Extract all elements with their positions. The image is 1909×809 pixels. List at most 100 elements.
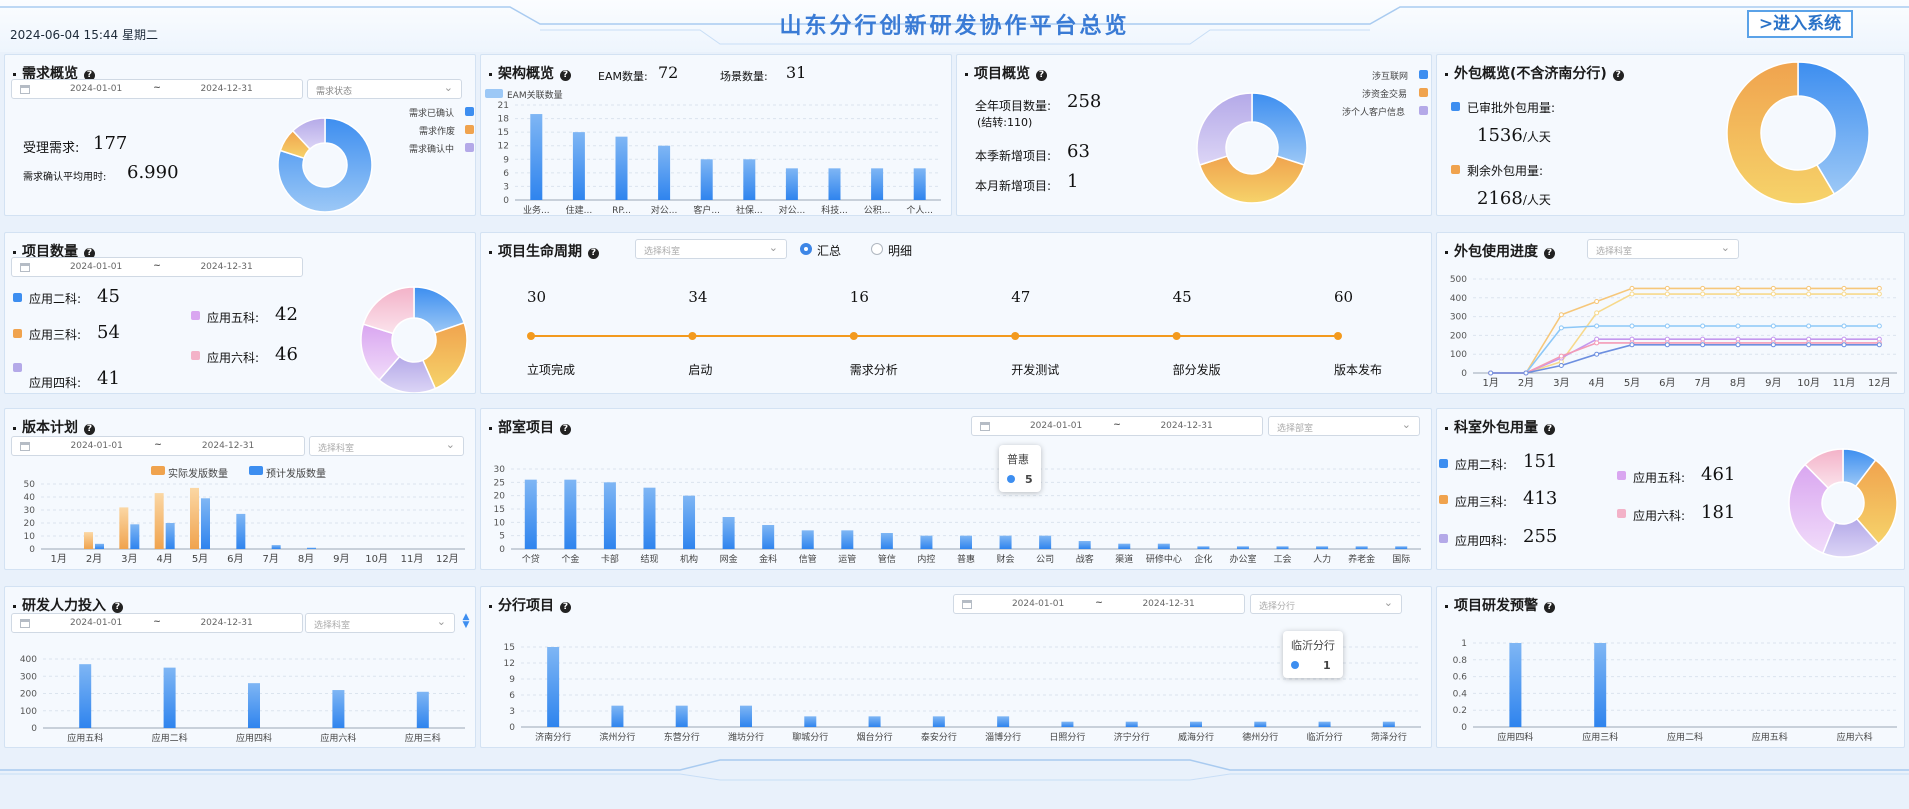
help-icon[interactable]: ? xyxy=(112,602,123,613)
x-tick-label: 战客 xyxy=(1076,553,1094,565)
bar xyxy=(828,168,841,200)
bar xyxy=(332,690,345,728)
legend-void: 需求作废 xyxy=(419,127,456,137)
y-tick-label: 6 xyxy=(509,691,515,701)
dept-select[interactable]: 选择科室 ⌄ xyxy=(1587,239,1739,259)
x-tick-label: 6月 xyxy=(227,553,243,565)
x-tick-label: 应用三科 xyxy=(1582,731,1618,743)
dept4-value: 255 xyxy=(1523,526,1558,547)
date-range-picker[interactable]: 2024-01-01 ~2024-12-31 xyxy=(971,416,1263,436)
dept4-label: 应用四科: xyxy=(29,376,82,390)
dept-select[interactable]: 选择科室 ⌄ xyxy=(305,613,455,633)
bar xyxy=(79,664,92,728)
x-tick-label: 6月 xyxy=(1659,377,1675,389)
date-range-picker[interactable]: 2024-01-01 ~2024-12-31 xyxy=(11,436,305,456)
legend-swatch xyxy=(13,363,22,372)
x-tick-label: 11月 xyxy=(1833,377,1856,389)
help-icon[interactable]: ? xyxy=(1544,424,1555,435)
project-lifecycle-panel: 项目生命周期? 选择科室 ⌄ 汇总 明细 30 立项完成 34 启动 16 需求分析 47 开发… xyxy=(480,232,1432,394)
dept6-value: 181 xyxy=(1701,502,1736,523)
help-icon[interactable]: ? xyxy=(560,70,571,81)
stage-label: 部分发版 xyxy=(1172,363,1221,377)
branch-select[interactable]: 选择分行 ⌄ xyxy=(1250,594,1402,614)
department-select[interactable]: 选择部室 ⌄ xyxy=(1268,416,1420,436)
lifecycle-timeline xyxy=(527,332,1342,340)
x-tick-label: 管信 xyxy=(878,553,896,565)
x-tick-label: 3月 xyxy=(1553,377,1569,389)
y-tick-label: 20 xyxy=(494,492,506,502)
dept-projects-panel: 部室项目? 2024-01-01 ~2024-12-31 选择部室 ⌄ 30 25 20… xyxy=(480,408,1432,570)
stage-count: 30 xyxy=(527,288,547,306)
y-tick-label: 12 xyxy=(498,142,509,152)
series-point xyxy=(1523,370,1529,376)
x-tick-label: 济宁分行 xyxy=(1114,731,1150,743)
dept6-label: 应用六科: xyxy=(1633,509,1686,523)
bar xyxy=(960,535,972,549)
bar xyxy=(530,114,543,200)
date-range-picker[interactable]: 2024-01-01 ~2024-12-31 xyxy=(11,257,303,277)
rd-staff-bar-chart: 400 300 200 100 0 应用五科 应用二科 应用四科 应用六科 应用三科 xyxy=(20,655,465,744)
x-tick-label: 科技... xyxy=(821,204,848,216)
date-range-picker[interactable]: 2024-01-01 ~2024-12-31 xyxy=(11,613,303,633)
bar xyxy=(1395,546,1408,549)
series-point xyxy=(1594,323,1600,329)
y-tick-label: 50 xyxy=(24,480,36,490)
help-icon[interactable]: ? xyxy=(1544,602,1555,613)
rd-warning-bar-chart: 1 0.8 0.6 0.4 0.2 0 应用四科 应用三科 应用二科 应用五科 应用六科 xyxy=(1453,639,1897,743)
date-range-picker[interactable]: 2024-01-01 ~2024-12-31 xyxy=(953,594,1245,614)
bar xyxy=(700,159,713,200)
y-tick-label: 15 xyxy=(504,643,515,653)
help-icon[interactable]: ? xyxy=(560,424,571,435)
enter-system-button[interactable]: >进入系统 xyxy=(1747,10,1853,38)
y-tick-label: 3 xyxy=(503,182,509,192)
y-tick-label: 400 xyxy=(20,655,37,665)
x-tick-label: 运管 xyxy=(838,553,856,565)
series-point xyxy=(1664,323,1670,329)
y-tick-label: 9 xyxy=(509,675,515,685)
y-tick-label: 400 xyxy=(1450,294,1467,304)
help-icon[interactable]: ? xyxy=(1036,70,1047,81)
year-projects-value: 258 xyxy=(1067,91,1102,112)
x-tick-label: 聊城分行 xyxy=(792,731,828,743)
stage-dot xyxy=(527,332,535,340)
outsource-overview-panel: 外包概览(不含济南分行)? 已审批外包用量: 1536/人天 剩余外包用量: 2… xyxy=(1436,54,1905,216)
series-dot xyxy=(1007,475,1015,483)
bar xyxy=(785,168,798,200)
x-tick-label: 菏泽分行 xyxy=(1371,731,1407,743)
help-icon[interactable]: ? xyxy=(84,424,95,435)
eam-count-label: EAM数量: xyxy=(598,70,648,83)
series-point xyxy=(1664,291,1670,297)
sort-icon[interactable]: ▲ ▼ xyxy=(461,613,471,631)
series-point xyxy=(1735,323,1741,329)
help-icon[interactable]: ? xyxy=(560,602,571,613)
help-icon[interactable]: ? xyxy=(1612,70,1624,81)
header-bar: 2024-06-04 15:44 星期二 山东分行创新研发协作平台总览 >进入系… xyxy=(0,0,1909,52)
x-tick-label: 渠道 xyxy=(1115,553,1133,565)
dept2-value: 45 xyxy=(97,286,120,307)
x-tick-label: 1月 xyxy=(50,553,66,565)
y-tick-label: 0 xyxy=(499,545,505,555)
stage-count: 34 xyxy=(688,288,708,306)
series-point xyxy=(1806,323,1812,329)
y-tick-label: 300 xyxy=(1450,313,1467,323)
bar-actual xyxy=(190,487,199,549)
chart-tooltip: 普惠 5 xyxy=(999,445,1041,492)
stage-label: 立项完成 xyxy=(527,363,576,377)
series-line-6 xyxy=(1490,344,1880,374)
demand-status-select[interactable]: 需求状态 ⌄ xyxy=(307,79,462,99)
dept-select[interactable]: 选择科室 ⌄ xyxy=(309,436,464,456)
bar xyxy=(572,132,585,200)
date-range-picker[interactable]: 2024-01-01 ~2024-12-31 xyxy=(11,79,303,99)
help-icon[interactable]: ? xyxy=(1544,248,1555,259)
x-tick-label: 1月 xyxy=(1482,377,1498,389)
dept-projects-bar-chart: 30 25 20 15 10 5 0 个贷 个金 卡部 结现 机构 网金 金科 信管 运管 管信 内控 普惠 财会 公司… xyxy=(494,465,1421,565)
x-tick-label: 3月 xyxy=(121,553,137,565)
y-tick-label: 0.2 xyxy=(1453,706,1467,716)
legend-personal-info: 涉个人客户信息 xyxy=(1342,108,1406,118)
x-tick-label: 应用四科 xyxy=(236,732,272,744)
month-projects-value: 1 xyxy=(1067,171,1079,192)
avg-time-value: 6.990 xyxy=(127,162,179,183)
bar xyxy=(1118,543,1131,549)
accepted-label: 受理需求: xyxy=(23,141,80,156)
x-tick-label: 9月 xyxy=(333,553,349,565)
